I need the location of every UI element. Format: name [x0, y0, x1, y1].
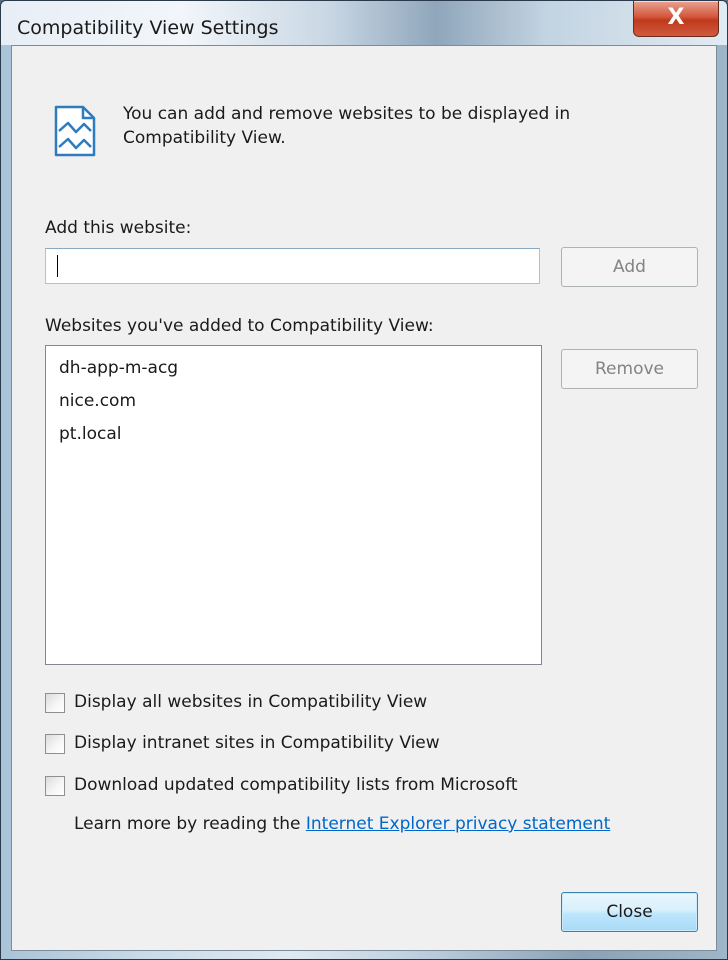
intranet-label[interactable]: Display intranet sites in Compatibility … [74, 733, 440, 753]
window-close-button[interactable]: X [633, 1, 719, 37]
text-caret [57, 255, 58, 277]
intranet-checkbox[interactable] [45, 734, 65, 754]
intro-text: You can add and remove websites to be di… [123, 104, 571, 148]
display-all-checkbox[interactable] [45, 693, 65, 713]
list-item[interactable]: nice.com [46, 385, 541, 418]
learn-more-text: Learn more by reading the Internet Explo… [74, 814, 610, 834]
display-all-label[interactable]: Display all websites in Compatibility Vi… [74, 692, 427, 712]
compatibility-page-icon [54, 105, 96, 157]
add-website-input[interactable] [45, 248, 540, 284]
learn-more-prefix: Learn more by reading the [74, 814, 306, 834]
privacy-statement-link[interactable]: Internet Explorer privacy statement [306, 814, 610, 834]
window-title: Compatibility View Settings [17, 17, 279, 39]
dialog-window: Compatibility View Settings X You can ad… [0, 0, 728, 960]
list-item[interactable]: pt.local [46, 418, 541, 451]
dialog-content: You can add and remove websites to be di… [11, 45, 717, 951]
download-lists-label[interactable]: Download updated compatibility lists fro… [74, 775, 518, 795]
add-website-label: Add this website: [45, 218, 192, 238]
download-lists-checkbox[interactable] [45, 776, 65, 796]
websites-list-label: Websites you've added to Compatibility V… [45, 316, 434, 336]
list-item[interactable]: dh-app-m-acg [46, 352, 541, 385]
title-bar[interactable]: Compatibility View Settings X [1, 1, 727, 45]
add-button[interactable]: Add [561, 247, 698, 287]
close-button[interactable]: Close [561, 892, 698, 932]
websites-list[interactable]: dh-app-m-acg nice.com pt.local [45, 345, 542, 665]
remove-button[interactable]: Remove [561, 349, 698, 389]
